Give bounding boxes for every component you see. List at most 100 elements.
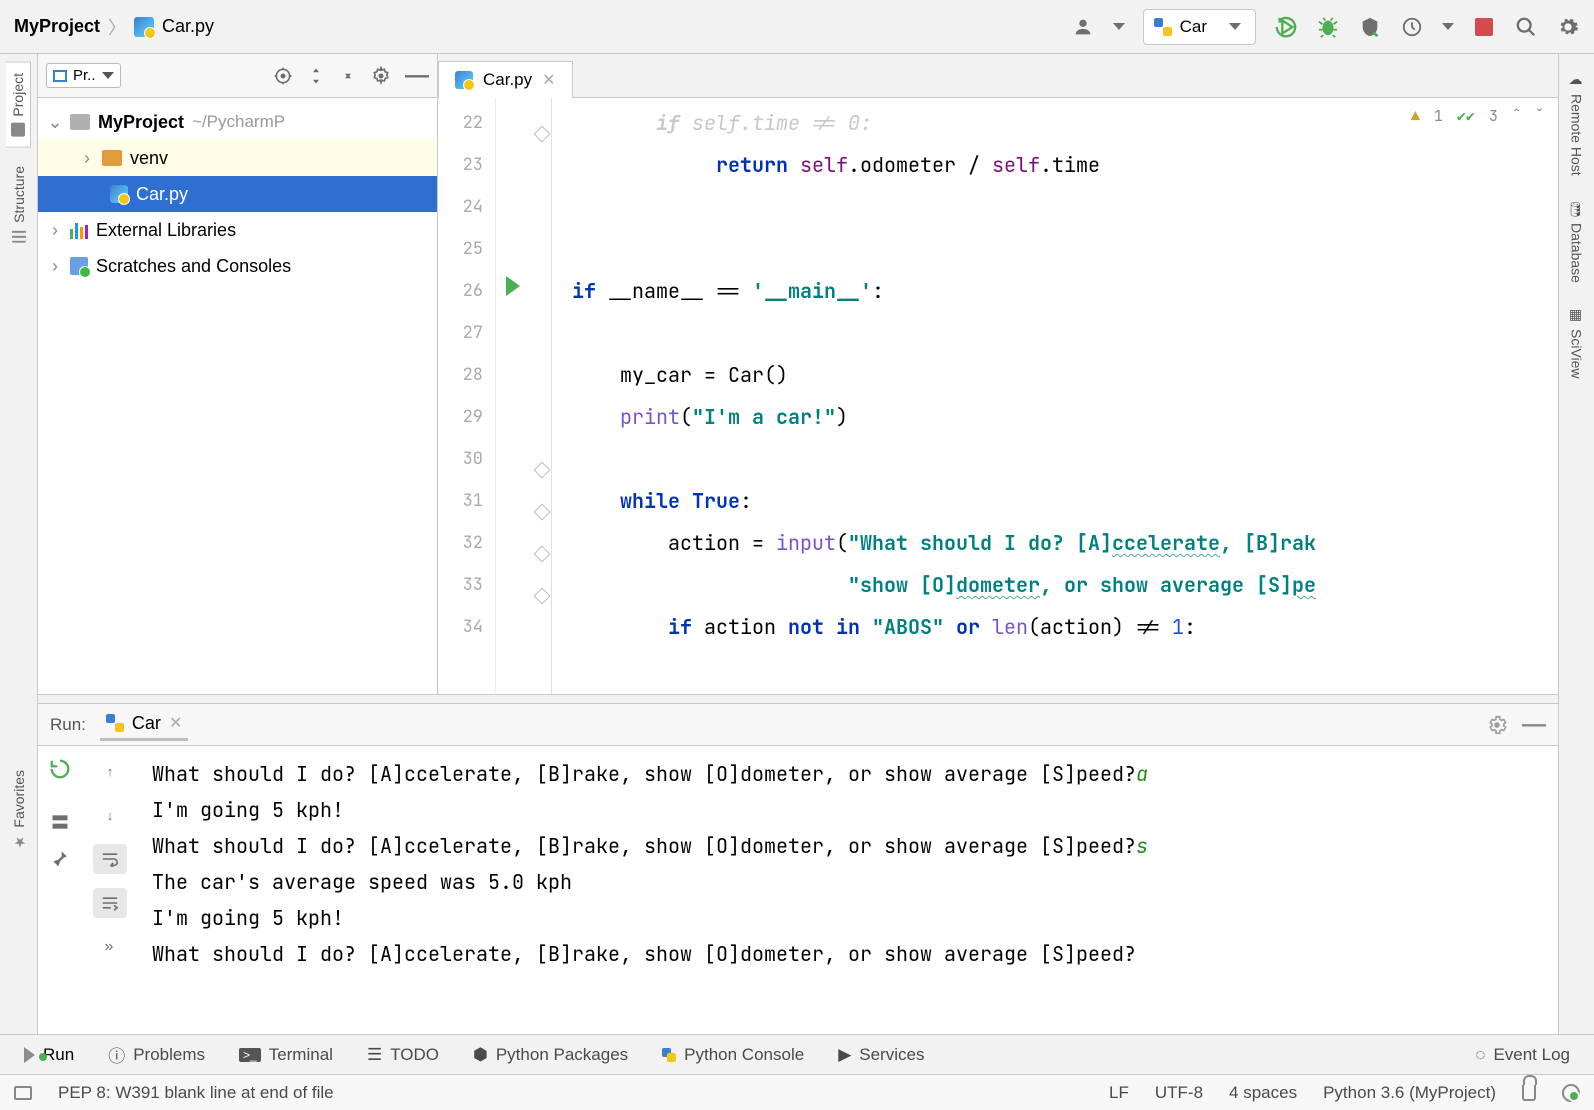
- run-configuration-selector[interactable]: Car: [1143, 9, 1256, 45]
- fold-marker-icon[interactable]: [534, 546, 551, 563]
- tree-venv[interactable]: › venv: [38, 140, 437, 176]
- stop-button[interactable]: [1472, 15, 1496, 39]
- search-icon[interactable]: [1514, 15, 1538, 39]
- fold-marker-icon[interactable]: [534, 126, 551, 143]
- favorites-tool-tab[interactable]: ★ Favorites: [7, 760, 31, 860]
- project-tool-tab[interactable]: Project: [6, 62, 31, 148]
- rerun-icon[interactable]: [49, 758, 71, 780]
- fold-marker-icon[interactable]: [534, 504, 551, 521]
- scroll-to-end-icon[interactable]: [93, 888, 127, 918]
- next-highlight-icon[interactable]: ˇ: [1535, 106, 1544, 126]
- inspection-widget[interactable]: ▲1 ✔✔3 ˆ ˇ: [1411, 106, 1544, 126]
- pin-icon[interactable]: [50, 848, 70, 868]
- run-tool-header: Run: Car ✕ —: [38, 704, 1558, 746]
- services-icon: ▶: [838, 1045, 851, 1065]
- python-file-icon: [455, 71, 473, 89]
- horizontal-splitter[interactable]: [38, 694, 1558, 704]
- soft-wrap-icon[interactable]: [93, 844, 127, 874]
- more-icon[interactable]: »: [93, 932, 127, 962]
- editor-tab-label: Car.py: [483, 70, 532, 90]
- run-tab-car[interactable]: Car ✕: [100, 709, 188, 741]
- chevron-down-icon: [102, 72, 114, 79]
- line-gutter: 222324 252627 282930 313233 34: [438, 98, 496, 694]
- scratches-icon: [70, 257, 88, 275]
- remote-icon: ☁: [1569, 72, 1585, 88]
- check-count: 3: [1489, 106, 1498, 126]
- gear-icon[interactable]: [1556, 15, 1580, 39]
- up-arrow-icon[interactable]: ↑: [93, 756, 127, 786]
- run-mid-toolbar: ↑ ↓ »: [82, 746, 138, 1034]
- profile-status-icon[interactable]: [1562, 1084, 1580, 1102]
- toolbar-actions: Car: [1071, 9, 1580, 45]
- gear-icon[interactable]: [1486, 714, 1508, 736]
- locate-icon[interactable]: [273, 66, 293, 86]
- warning-count: 1: [1434, 106, 1443, 126]
- tab-python-packages[interactable]: ⬢Python Packages: [473, 1045, 628, 1065]
- project-view-selector[interactable]: Pr..: [46, 63, 121, 88]
- remote-host-tab[interactable]: ☁ Remote Host: [1565, 62, 1589, 186]
- coverage-button[interactable]: [1358, 15, 1382, 39]
- folder-icon: [102, 150, 122, 166]
- tree-file-label: Car.py: [136, 184, 188, 205]
- python-icon: [106, 714, 124, 732]
- window-icon[interactable]: [14, 1086, 32, 1100]
- chevron-down-icon: ⌄: [48, 112, 62, 133]
- fold-marker-icon[interactable]: [534, 588, 551, 605]
- project-icon: [53, 70, 67, 82]
- minimize-icon[interactable]: —: [1522, 711, 1546, 739]
- prev-highlight-icon[interactable]: ˆ: [1512, 106, 1521, 126]
- status-indent[interactable]: 4 spaces: [1229, 1083, 1297, 1103]
- tab-todo[interactable]: ☰TODO: [367, 1045, 439, 1065]
- run-gutter-icon[interactable]: [506, 276, 520, 296]
- tab-run[interactable]: Run: [24, 1045, 74, 1065]
- tree-external-libs[interactable]: › External Libraries: [38, 212, 437, 248]
- editor: Car.py ✕ ▲1 ✔✔3 ˆ ˇ 222324 252627 282930: [438, 54, 1558, 694]
- fold-marker-icon[interactable]: [534, 462, 551, 479]
- gear-icon[interactable]: [371, 66, 391, 86]
- tab-terminal[interactable]: >_Terminal: [239, 1045, 333, 1065]
- minimize-icon[interactable]: —: [405, 62, 429, 90]
- breadcrumb-project[interactable]: MyProject: [14, 16, 100, 37]
- tab-services[interactable]: ▶Services: [838, 1045, 924, 1065]
- user-dropdown-icon[interactable]: [1113, 23, 1125, 30]
- structure-tool-tab[interactable]: Structure: [7, 156, 31, 253]
- run-button[interactable]: [1274, 15, 1298, 39]
- debug-button[interactable]: [1316, 15, 1340, 39]
- collapse-all-icon[interactable]: [339, 67, 357, 85]
- tree-scratches-label: Scratches and Consoles: [96, 256, 291, 277]
- favorites-tab-label: Favorites: [11, 770, 27, 828]
- profile-dropdown-icon[interactable]: [1442, 23, 1454, 30]
- library-icon: [70, 221, 88, 239]
- editor-body[interactable]: ▲1 ✔✔3 ˆ ˇ 222324 252627 282930 313233 3…: [438, 98, 1558, 694]
- tree-root-path: ~/PycharmP: [192, 112, 285, 132]
- python-file-icon: [110, 185, 128, 203]
- tree-file-car[interactable]: Car.py: [38, 176, 437, 212]
- layout-icon[interactable]: [50, 812, 70, 832]
- status-encoding[interactable]: UTF-8: [1155, 1083, 1203, 1103]
- editor-tab-car[interactable]: Car.py ✕: [438, 61, 573, 98]
- tab-event-log[interactable]: ◌Event Log: [1475, 1045, 1570, 1065]
- close-icon[interactable]: ✕: [169, 713, 182, 733]
- down-arrow-icon[interactable]: ↓: [93, 800, 127, 830]
- star-icon: ★: [11, 834, 27, 850]
- expand-all-icon[interactable]: [307, 67, 325, 85]
- close-icon[interactable]: ✕: [542, 70, 555, 90]
- tab-problems[interactable]: ⓘProblems: [108, 1042, 205, 1067]
- lock-icon[interactable]: [1522, 1085, 1536, 1101]
- run-tool-window: Run: Car ✕ —: [38, 704, 1558, 1034]
- sciview-tab[interactable]: ▦ SciView: [1565, 297, 1589, 389]
- profile-button[interactable]: [1400, 15, 1424, 39]
- tree-root[interactable]: ⌄ MyProject ~/PycharmP: [38, 104, 437, 140]
- todo-icon: ☰: [367, 1045, 382, 1065]
- project-view-label: Pr..: [73, 67, 96, 84]
- status-line-separator[interactable]: LF: [1109, 1083, 1129, 1103]
- code-content[interactable]: if self.time != 0: return self.odometer …: [552, 98, 1558, 694]
- user-icon[interactable]: [1071, 15, 1095, 39]
- database-tab[interactable]: 🛢 Database: [1565, 190, 1589, 294]
- status-interpreter[interactable]: Python 3.6 (MyProject): [1323, 1083, 1496, 1103]
- console-output[interactable]: What should I do? [A]ccelerate, [B]rake,…: [138, 746, 1558, 1034]
- breadcrumb-file[interactable]: Car.py: [162, 16, 214, 37]
- run-tab-label: Car: [132, 713, 161, 734]
- tab-python-console[interactable]: Python Console: [662, 1045, 804, 1065]
- tree-scratches[interactable]: › Scratches and Consoles: [38, 248, 437, 284]
